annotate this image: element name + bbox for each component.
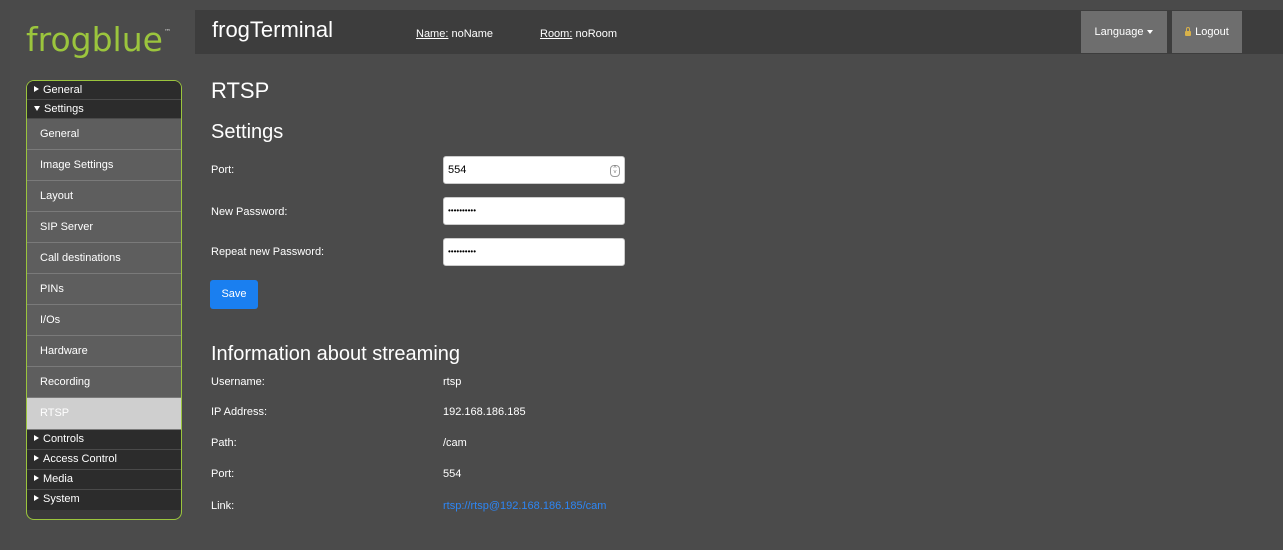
triangle-right-icon xyxy=(34,435,39,442)
sidebar-item-recording[interactable]: Recording xyxy=(27,367,181,398)
spinner-icon[interactable]: ˄ ˅ xyxy=(610,165,620,177)
repeat-password-value: •••••••••• xyxy=(448,247,477,256)
sidebar-group-system[interactable]: System xyxy=(27,490,181,510)
chevron-down-icon xyxy=(1147,30,1154,35)
repeat-password-label: Repeat new Password: xyxy=(211,246,325,258)
sidebar-item-label: Recording xyxy=(40,376,91,388)
sidebar-item-label: Image Settings xyxy=(40,159,114,171)
name-value: noName xyxy=(451,28,494,40)
new-password-label: New Password: xyxy=(211,206,288,218)
sidebar-group-general[interactable]: General xyxy=(27,81,181,100)
ip-address-label: IP Address: xyxy=(211,406,268,418)
username-label: Username: xyxy=(211,376,265,388)
logo-text: frogblue xyxy=(26,20,163,59)
language-dropdown[interactable]: Language xyxy=(1081,11,1167,53)
language-label: Language xyxy=(1094,26,1144,38)
path-value: /cam xyxy=(443,437,467,449)
sidebar-group-label: Media xyxy=(43,473,73,485)
sidebar-item-label: PINs xyxy=(40,283,64,295)
sidebar-item-label: Hardware xyxy=(40,345,88,357)
lock-icon xyxy=(1185,26,1192,36)
logo-tm: ™ xyxy=(163,28,171,36)
port-input-value: 554 xyxy=(448,164,467,176)
frogblue-logo: frogblue™ xyxy=(26,20,171,59)
repeat-password-field[interactable]: •••••••••• xyxy=(443,238,625,266)
sidebar-item-hardware[interactable]: Hardware xyxy=(27,336,181,367)
sidebar-item-sip-server[interactable]: SIP Server xyxy=(27,212,181,243)
sidebar-item-label: I/Os xyxy=(40,314,61,326)
ip-address-value: 192.168.186.185 xyxy=(443,406,526,418)
username-value: rtsp xyxy=(443,376,462,388)
sidebar-group-access-control[interactable]: Access Control xyxy=(27,450,181,470)
path-label: Path: xyxy=(211,437,237,449)
sidebar-item-call-destinations[interactable]: Call destinations xyxy=(27,243,181,274)
save-label: Save xyxy=(221,288,247,300)
triangle-right-icon xyxy=(34,455,39,462)
sidebar-item-label: RTSP xyxy=(40,407,70,419)
settings-heading: Settings xyxy=(211,121,284,143)
stream-link[interactable]: rtsp://rtsp@192.168.186.185/cam xyxy=(443,500,606,512)
sidebar-item-label: Layout xyxy=(40,190,74,202)
room-label: Room: xyxy=(540,28,573,40)
triangle-right-icon xyxy=(34,495,39,502)
sidebar-item-label: Call destinations xyxy=(40,252,121,264)
app-title: frogTerminal xyxy=(212,17,334,42)
sidebar-item-ios[interactable]: I/Os xyxy=(27,305,181,336)
app-frame xyxy=(10,10,1283,550)
streaming-info-heading: Information about streaming xyxy=(211,343,461,365)
sidebar-item-general[interactable]: General xyxy=(27,119,181,150)
sidebar-item-label: General xyxy=(40,128,80,140)
save-button[interactable]: Save xyxy=(210,280,258,309)
link-label: Link: xyxy=(211,500,235,512)
port-input[interactable]: 554 ˄ ˅ xyxy=(443,156,625,184)
sidebar-group-controls[interactable]: Controls xyxy=(27,430,181,450)
triangle-right-icon xyxy=(34,86,39,93)
port-label: Port: xyxy=(211,164,235,176)
triangle-right-icon xyxy=(34,475,39,482)
sidebar-item-rtsp[interactable]: RTSP xyxy=(27,398,181,430)
sidebar-item-image-settings[interactable]: Image Settings xyxy=(27,150,181,181)
stream-port-label: Port: xyxy=(211,468,235,480)
sidebar-group-label: Access Control xyxy=(43,453,117,465)
sidebar-group-label: Controls xyxy=(43,433,84,445)
triangle-down-icon xyxy=(34,105,40,111)
sidebar-item-label: SIP Server xyxy=(40,221,93,233)
sidebar: General Settings General Image Settings … xyxy=(26,80,182,520)
new-password-value: •••••••••• xyxy=(448,206,477,215)
room-info: Room: noRoom xyxy=(540,28,617,40)
sidebar-group-label: System xyxy=(43,493,80,505)
room-value: noRoom xyxy=(575,28,618,40)
name-label: Name: xyxy=(416,28,449,40)
page-title: RTSP xyxy=(211,78,270,103)
sidebar-group-media[interactable]: Media xyxy=(27,470,181,490)
sidebar-item-layout[interactable]: Layout xyxy=(27,181,181,212)
logout-label: Logout xyxy=(1195,26,1229,38)
sidebar-item-pins[interactable]: PINs xyxy=(27,274,181,305)
new-password-field[interactable]: •••••••••• xyxy=(443,197,625,225)
logout-button[interactable]: Logout xyxy=(1172,11,1242,53)
sidebar-group-label: Settings xyxy=(44,103,84,115)
sidebar-group-settings[interactable]: Settings xyxy=(27,100,181,119)
stream-port-value: 554 xyxy=(443,468,462,480)
user-name-info: Name: noName xyxy=(416,28,493,40)
sidebar-group-label: General xyxy=(43,84,83,96)
